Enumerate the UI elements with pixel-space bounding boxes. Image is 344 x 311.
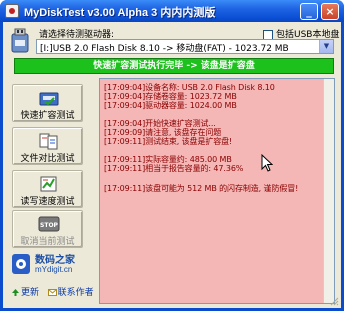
- logo-url: mYdigit.cn: [35, 265, 73, 274]
- log-scrollbar[interactable]: [323, 79, 334, 303]
- speed-test-label: 读写速度测试: [20, 197, 75, 207]
- mydigit-logo: 数码之家 mYdigit.cn: [9, 250, 89, 280]
- minimize-button[interactable]: _: [300, 3, 318, 20]
- update-link[interactable]: 更新: [21, 288, 39, 298]
- chevron-down-icon[interactable]: ▼: [319, 40, 333, 53]
- file-compare-button[interactable]: 文件对比测试: [12, 127, 83, 165]
- status-banner: 快速扩容测试执行完毕 -> 该盘是扩容盘: [14, 58, 334, 74]
- cancel-test-label: 取消当前测试: [20, 237, 75, 247]
- speed-test-button[interactable]: 读写速度测试: [12, 170, 83, 208]
- log-line: [17:09:11]相当于报告容量的: 47.36%: [104, 164, 244, 173]
- drive-dropdown[interactable]: [I:]USB 2.0 Flash Disk 8.10 -> 移动盘(FAT) …: [36, 39, 334, 54]
- file-compare-icon: [39, 133, 58, 150]
- file-compare-label: 文件对比测试: [20, 154, 75, 164]
- speed-test-icon: [40, 176, 57, 192]
- app-window: MyDiskTest v3.00 Alpha 3 内内内测版 _ × 请选择待测…: [0, 0, 344, 311]
- logo-icon: [12, 254, 30, 274]
- app-icon: [5, 4, 19, 18]
- resize-grip-icon[interactable]: [329, 296, 339, 306]
- log-line: [17:09:11]该盘可能为 512 MB 的闪存制造, 谨防假冒!: [104, 184, 299, 193]
- stop-sign-text: STOP: [40, 222, 59, 229]
- close-button[interactable]: ×: [321, 3, 339, 20]
- contact-author-link[interactable]: 联系作者: [58, 288, 94, 298]
- client-area: 请选择待测驱动器: 包括USB本地盘 [I:]USB 2.0 Flash Dis…: [3, 22, 341, 308]
- drive-dropdown-value: [I:]USB 2.0 Flash Disk 8.10 -> 移动盘(FAT) …: [40, 44, 289, 54]
- log-panel[interactable]: [17:09:04]设备名称: USB 2.0 Flash Disk 8.10[…: [99, 78, 335, 304]
- checkbox-box[interactable]: [263, 29, 273, 40]
- title-bar[interactable]: MyDiskTest v3.00 Alpha 3 内内内测版 _ ×: [0, 0, 344, 22]
- stop-icon: STOP: [38, 216, 60, 232]
- quick-test-button[interactable]: 快速扩容测试: [12, 84, 83, 122]
- logo-title: 数码之家: [35, 255, 75, 266]
- update-icon: [12, 289, 19, 296]
- mouse-cursor-icon: [261, 154, 273, 172]
- log-line: [17:09:11]测试结束, 该盘是扩容盘!: [104, 137, 233, 146]
- cancel-test-button[interactable]: STOP 取消当前测试: [12, 210, 83, 248]
- quick-test-label: 快速扩容测试: [20, 111, 75, 121]
- window-title: MyDiskTest v3.00 Alpha 3 内内内测版: [24, 7, 216, 19]
- bottom-links: 更新 联系作者: [11, 285, 94, 298]
- usb-drive-icon: [11, 28, 29, 53]
- mail-icon: [47, 289, 57, 296]
- disk-check-icon: [39, 92, 59, 106]
- log-line: [17:09:04]驱动器容量: 1024.00 MB: [104, 101, 237, 110]
